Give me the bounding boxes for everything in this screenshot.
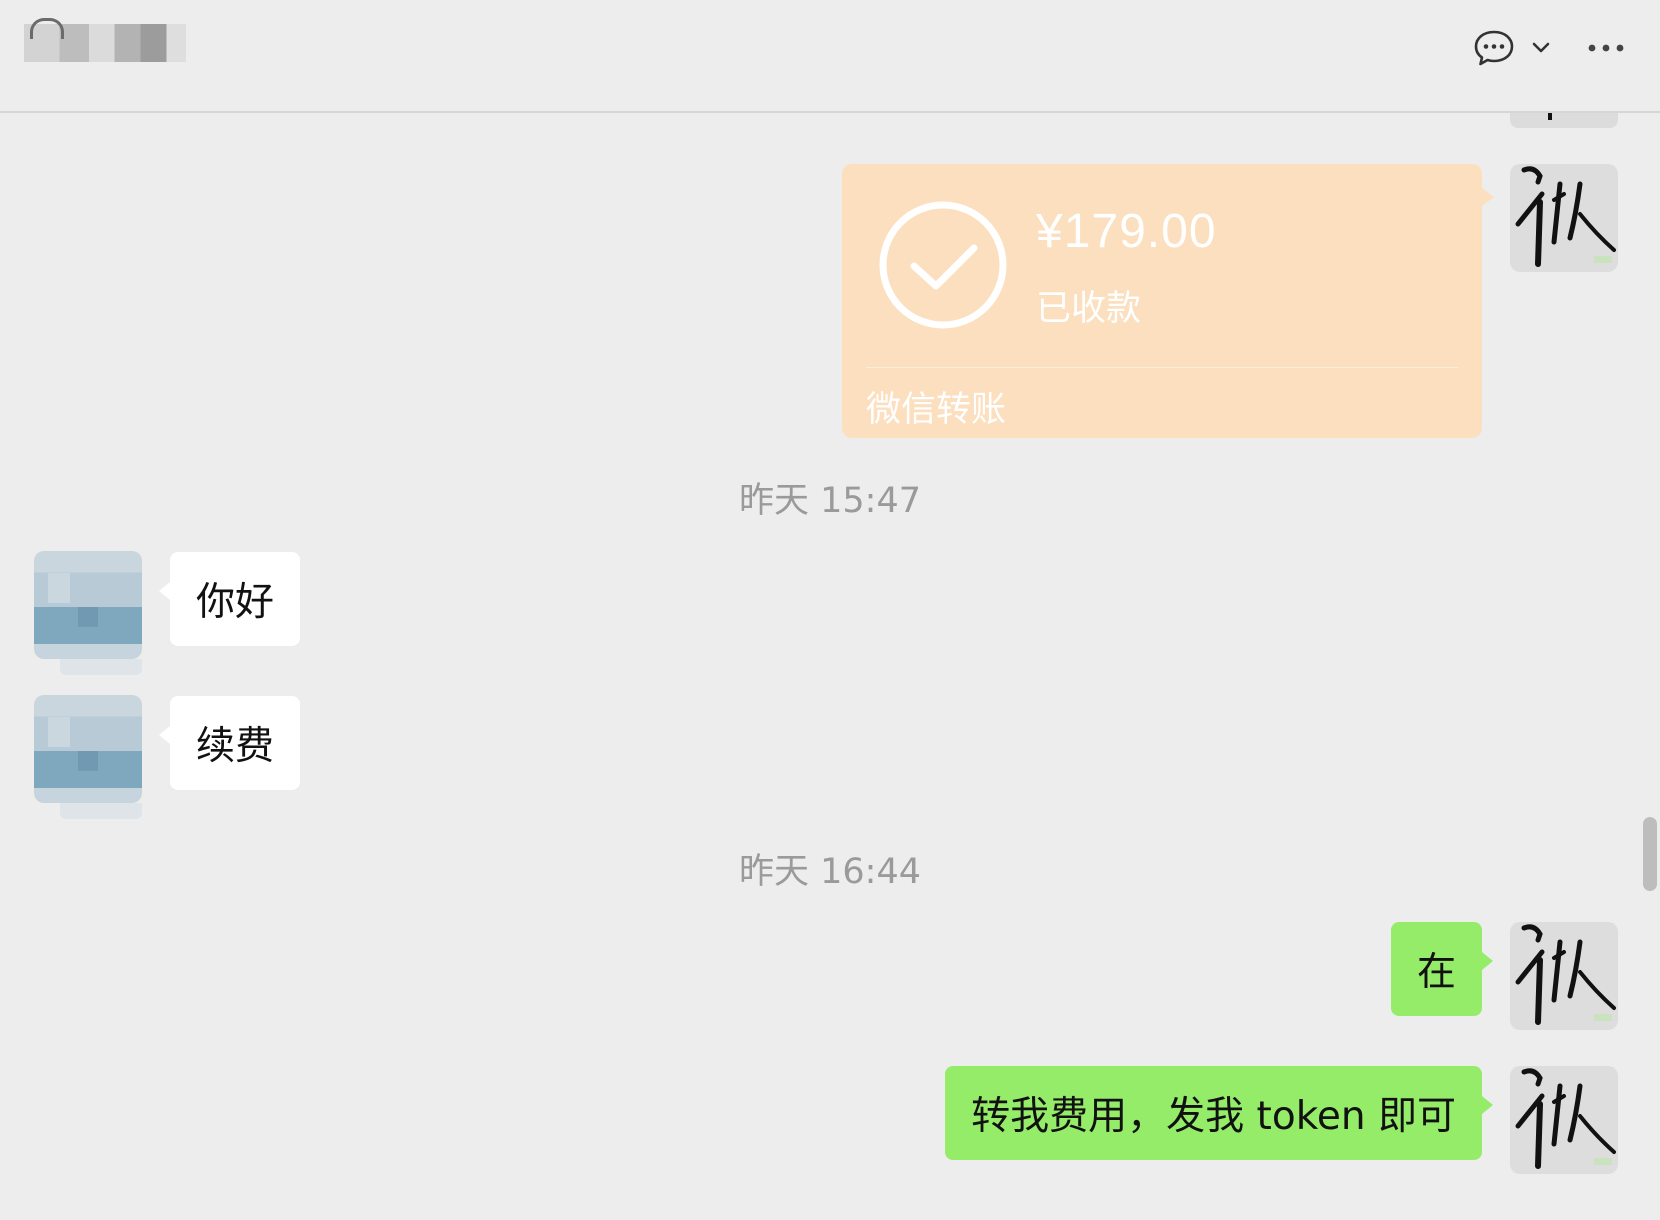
avatar-shadow [60, 659, 142, 675]
transfer-amount: ¥179.00 [1036, 205, 1217, 258]
avatar-self[interactable] [1510, 922, 1618, 1030]
chat-bubble-icon[interactable] [1472, 28, 1516, 68]
avatar-shadow [60, 803, 142, 819]
incoming-message[interactable]: 续费 [158, 696, 301, 790]
more-icon[interactable] [1584, 28, 1628, 68]
avatar-self[interactable] [1510, 164, 1618, 272]
outgoing-message[interactable]: 转我费用，发我 token 即可 [945, 1066, 1493, 1160]
avatar-self[interactable] [1510, 1066, 1618, 1174]
avatar-contact[interactable] [34, 695, 142, 803]
calligraphy-avatar-icon [1515, 924, 1616, 1025]
transfer-card[interactable]: ¥179.00 已收款 微信转账 [842, 164, 1494, 438]
contact-name-redacted[interactable] [24, 18, 186, 62]
chevron-down-icon[interactable] [1528, 28, 1554, 68]
calligraphy-avatar-icon [1515, 166, 1616, 267]
avatar-contact[interactable] [34, 551, 142, 659]
scrollbar-thumb[interactable] [1643, 817, 1657, 891]
calligraphy-avatar-icon [1515, 1068, 1616, 1169]
timestamp: 昨天 15:47 [739, 481, 921, 521]
outgoing-message[interactable]: 在 [1390, 922, 1494, 1016]
check-circle-icon [879, 201, 1007, 329]
transfer-label: 微信转账 [866, 390, 1007, 430]
timestamp: 昨天 16:44 [739, 852, 921, 892]
transfer-divider [866, 367, 1458, 368]
chat-window: ¥179.00 已收款 微信转账 昨天 15:47 你好 续费 昨天 16:44… [0, 0, 1660, 1220]
transfer-status: 已收款 [1036, 289, 1142, 329]
chat-header [0, 0, 1660, 113]
incoming-message[interactable]: 你好 [158, 552, 301, 646]
